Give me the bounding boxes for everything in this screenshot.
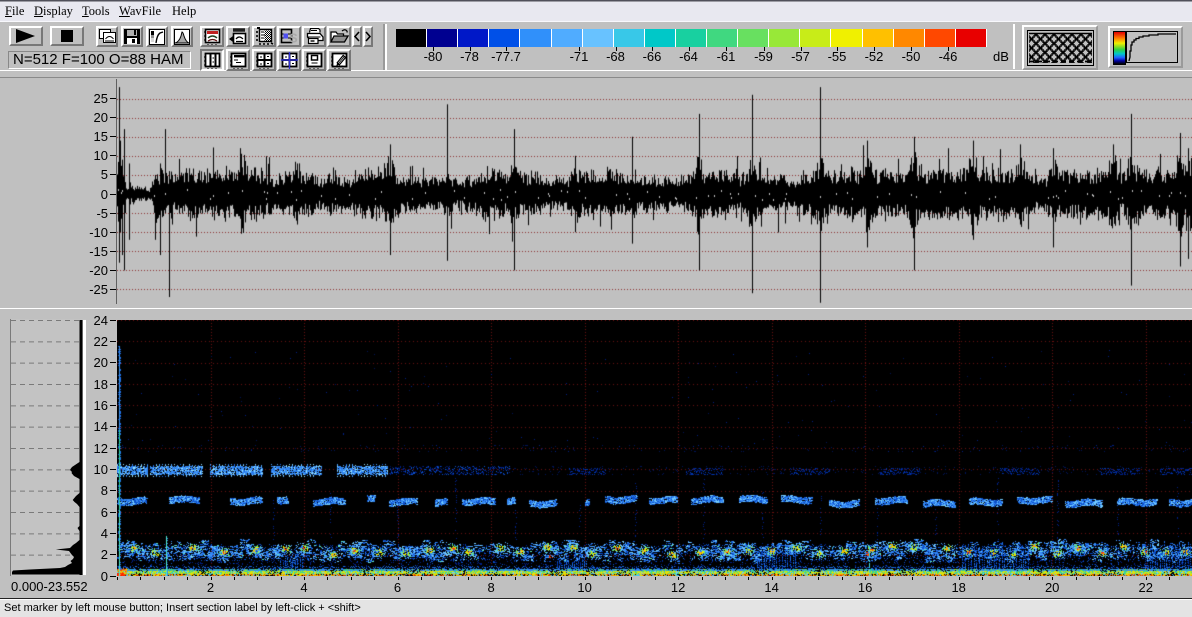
svg-text:S: S — [289, 31, 298, 46]
